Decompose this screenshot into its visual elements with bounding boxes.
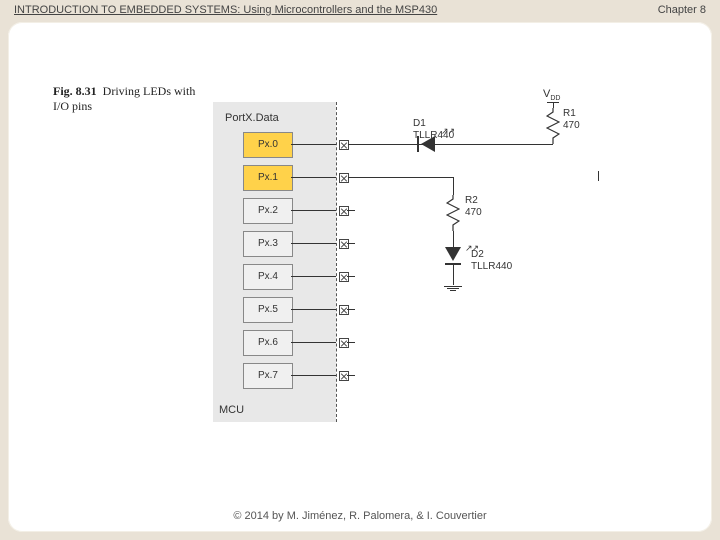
r1-resistor-icon	[546, 108, 560, 144]
chapter-label: Chapter 8	[658, 4, 706, 16]
pin-stub-inner	[291, 375, 336, 376]
d1-ref: D1	[413, 118, 426, 129]
r1-value: 470	[563, 120, 580, 131]
wire-d2-gnd	[453, 263, 454, 285]
r2-ref: R2	[465, 195, 478, 206]
pin-stub-inner	[291, 243, 336, 244]
d1-part: TLLR440	[413, 130, 454, 141]
pin-stub-outer	[347, 210, 355, 211]
d2-ref: D2	[471, 249, 484, 260]
pin-px-1: Px.1	[243, 165, 293, 191]
wire-px1-h	[348, 177, 453, 178]
io-pad	[339, 338, 349, 348]
port-label: PortX.Data	[225, 112, 279, 124]
mcu-boundary-dash	[336, 102, 337, 422]
pin-stub-inner	[291, 276, 336, 277]
figure-caption: Fig. 8.31 Driving LEDs with I/O pins	[53, 84, 195, 114]
io-pad	[339, 371, 349, 381]
pin-px-2: Px.2	[243, 198, 293, 224]
r2-resistor-icon	[446, 195, 460, 231]
io-pad	[339, 206, 349, 216]
wire-d1	[348, 144, 553, 145]
pin-stub-inner	[291, 309, 336, 310]
io-pad	[339, 272, 349, 282]
pin-stub-outer	[347, 342, 355, 343]
io-pad	[339, 140, 349, 150]
pin-px-5: Px.5	[243, 297, 293, 323]
ground-icon	[443, 285, 463, 291]
pin-stub-inner	[291, 342, 336, 343]
d2-led-icon	[445, 247, 461, 261]
wire-r2-top	[453, 177, 454, 195]
mcu-label: MCU	[219, 404, 244, 416]
pin-px-4: Px.4	[243, 264, 293, 290]
d2-part: TLLR440	[471, 261, 512, 272]
vdd-tee	[547, 102, 559, 103]
pin-px-0: Px.0	[243, 132, 293, 158]
figure-text-2: I/O pins	[53, 99, 92, 113]
io-pad	[339, 173, 349, 183]
pin-px-7: Px.7	[243, 363, 293, 389]
pin-stub-outer	[347, 276, 355, 277]
wire-r2-d2	[453, 231, 454, 247]
pin-stub-outer	[347, 309, 355, 310]
slide: INTRODUCTION TO EMBEDDED SYSTEMS: Using …	[0, 0, 720, 540]
vdd-label: VDD	[543, 88, 560, 102]
pin-stub-inner	[291, 210, 336, 211]
r1-ref: R1	[563, 108, 576, 119]
circuit-diagram: PortX.Data MCU Px.0 Px.1 Px.2 Px.3 Px.4 Px.5 P…	[213, 102, 643, 442]
io-pad	[339, 305, 349, 315]
content-card: Fig. 8.31 Driving LEDs with I/O pins Por…	[8, 22, 712, 532]
pin-stub-outer	[347, 243, 355, 244]
io-pad	[339, 239, 349, 249]
pin-px-3: Px.3	[243, 231, 293, 257]
book-title: INTRODUCTION TO EMBEDDED SYSTEMS: Using …	[14, 4, 437, 16]
r2-value: 470	[465, 207, 482, 218]
pin-stub-inner	[291, 144, 336, 145]
figure-number: Fig. 8.31	[53, 84, 97, 98]
pin-stub-inner	[291, 177, 336, 178]
figure-text-1: Driving LEDs with	[103, 84, 196, 98]
pin-px-6: Px.6	[243, 330, 293, 356]
copyright: © 2014 by M. Jiménez, R. Palomera, & I. …	[8, 510, 712, 522]
pin-stub-outer	[347, 375, 355, 376]
r1-wire-bottom	[598, 171, 599, 181]
